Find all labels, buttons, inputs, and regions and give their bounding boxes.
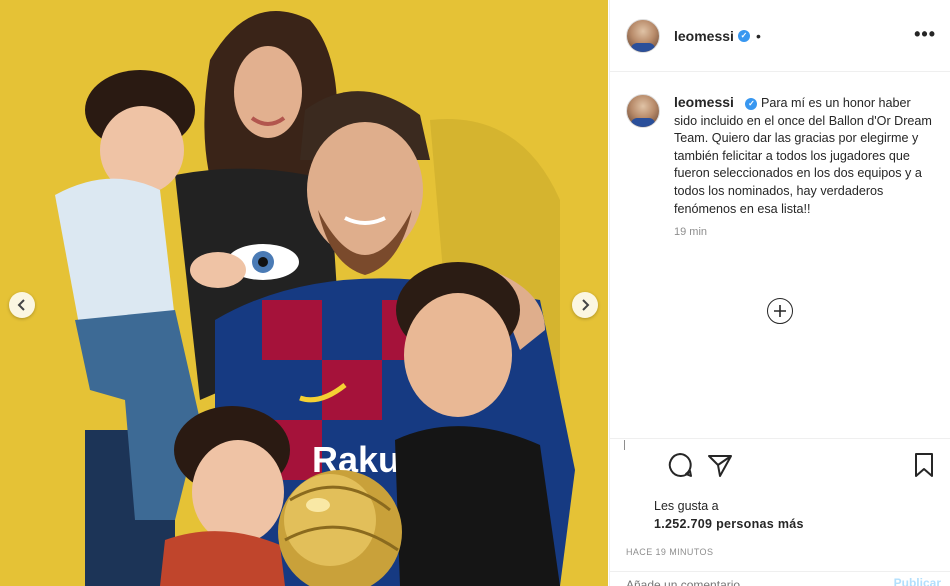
more-options-icon[interactable]: •••	[914, 24, 936, 45]
caption-verified-badge-icon: ✓	[745, 97, 758, 110]
header-user: leomessi ✓ •	[674, 28, 761, 44]
caption-text-block: leomessi ✓ Para mí es un honor haber sid…	[674, 94, 936, 218]
avatar[interactable]	[626, 18, 660, 53]
share-icon	[708, 455, 732, 477]
comment-input[interactable]	[626, 578, 826, 586]
post-actions: Les gusta a 1.252.709 personas más HACE …	[610, 438, 950, 586]
post-caption: leomessi ✓ Para mí es un honor haber sid…	[610, 72, 950, 450]
load-more-comments-button[interactable]	[767, 298, 793, 324]
post-header: leomessi ✓ • •••	[610, 0, 950, 72]
carousel-next-button[interactable]	[572, 292, 598, 318]
header-separator: •	[755, 27, 761, 44]
plus-circle-icon	[774, 305, 786, 317]
caption-body: leomessi ✓ Para mí es un honor haber sid…	[674, 94, 936, 442]
header-username[interactable]: leomessi	[674, 28, 734, 44]
post-side-panel: leomessi ✓ • ••• leomessi ✓ Para mí es u…	[609, 0, 950, 586]
likes-count[interactable]: 1.252.709 personas más	[654, 515, 935, 533]
caption-avatar[interactable]	[626, 94, 660, 128]
comment-row: Publicar	[610, 571, 950, 586]
likes-summary[interactable]: Les gusta a 1.252.709 personas más	[626, 497, 935, 533]
comment-icon	[668, 453, 692, 477]
family-photo-illustration: Rakuten	[0, 0, 608, 586]
chevron-right-icon	[582, 299, 590, 311]
save-button[interactable]	[910, 451, 938, 479]
publish-button[interactable]: Publicar	[894, 576, 941, 586]
chevron-left-icon	[17, 299, 25, 311]
share-button[interactable]	[706, 451, 734, 479]
verified-badge-icon: ✓	[737, 29, 750, 42]
action-icon-row	[626, 451, 935, 479]
comment-button[interactable]	[666, 451, 694, 479]
post-photo[interactable]: Rakuten	[0, 0, 608, 586]
posted-timestamp: HACE 19 MINUTOS	[626, 547, 714, 557]
caption-text: Para mí es un honor haber sido incluido …	[674, 96, 932, 216]
caption-username[interactable]: leomessi	[674, 94, 734, 110]
caption-time: 19 min	[674, 226, 708, 239]
carousel-prev-button[interactable]	[9, 292, 35, 318]
likes-prefix: Les gusta a	[654, 499, 719, 513]
bookmark-icon	[915, 453, 933, 477]
